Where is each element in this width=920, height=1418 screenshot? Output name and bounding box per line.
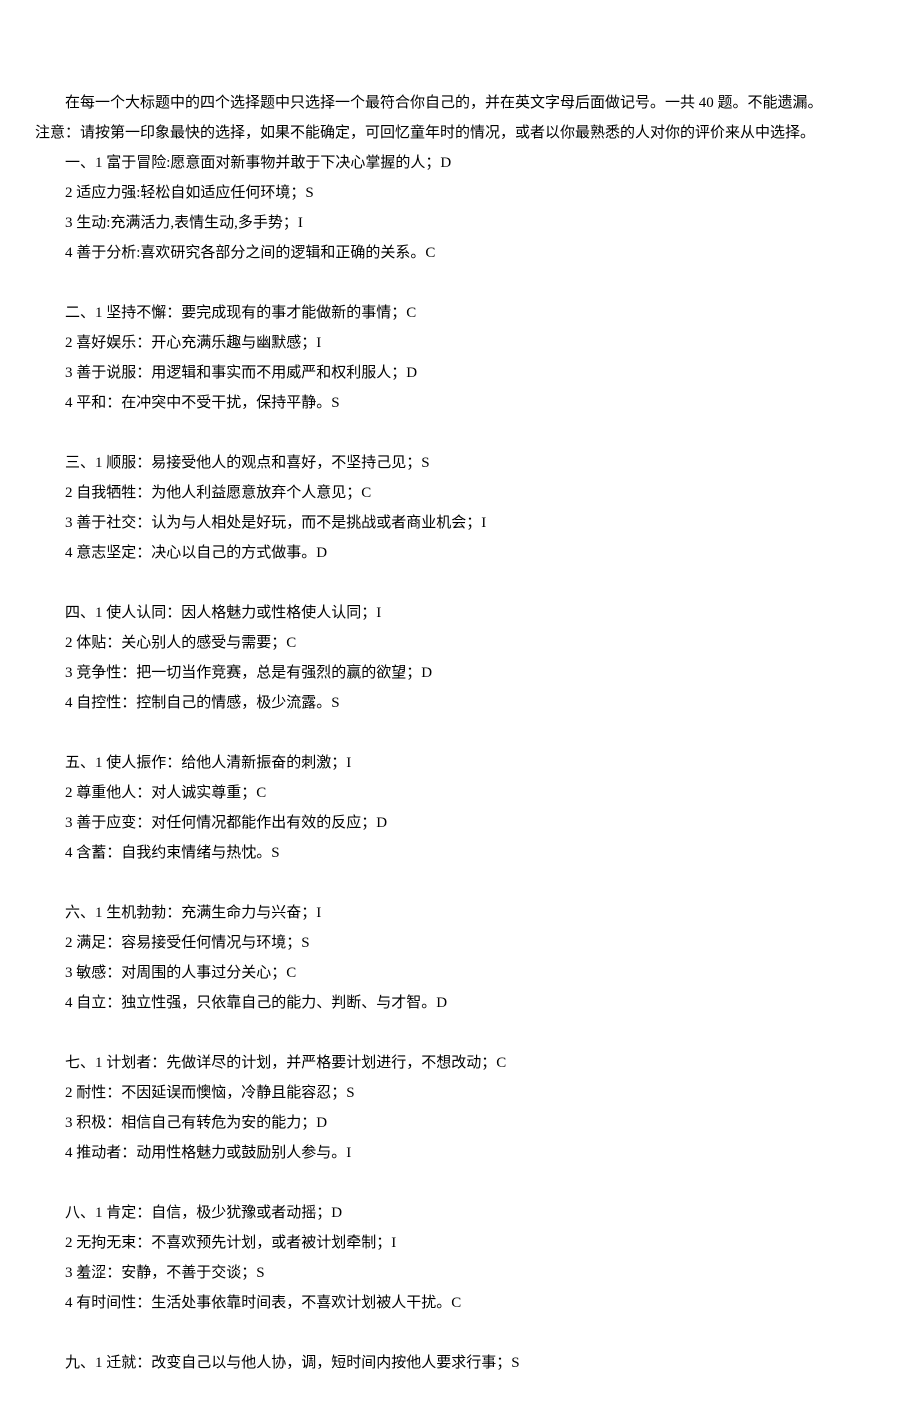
group-separator (35, 1318, 885, 1348)
option-text: 2 满足：容易接受任何情况与环境；S (35, 928, 885, 958)
option-text: 3 敏感：对周围的人事过分关心；C (35, 958, 885, 988)
intro-line-1: 在每一个大标题中的四个选择题中只选择一个最符合你自己的，并在英文字母后面做记号。… (35, 88, 885, 118)
question-group-5: 五、1 使人振作：给他人清新振奋的刺激；I 2 尊重他人：对人诚实尊重；C 3 … (35, 748, 885, 868)
option-text: 四、1 使人认同：因人格魅力或性格使人认同；I (35, 598, 885, 628)
option-text: 2 无拘无束：不喜欢预先计划，或者被计划牵制；I (35, 1228, 885, 1258)
option-text: 三、1 顺服：易接受他人的观点和喜好，不坚持己见；S (35, 448, 885, 478)
group-separator (35, 718, 885, 748)
intro-line-2: 注意：请按第一印象最快的选择，如果不能确定，可回忆童年时的情况，或者以你最熟悉的… (35, 118, 885, 148)
option-text: 2 自我牺牲：为他人利益愿意放弃个人意见；C (35, 478, 885, 508)
option-text: 六、1 生机勃勃：充满生命力与兴奋；I (35, 898, 885, 928)
option-text: 一、1 富于冒险:愿意面对新事物并敢于下决心掌握的人；D (35, 148, 885, 178)
option-text: 七、1 计划者：先做详尽的计划，并严格要计划进行，不想改动；C (35, 1048, 885, 1078)
option-text: 3 生动:充满活力,表情生动,多手势；I (35, 208, 885, 238)
question-group-2: 二、1 坚持不懈：要完成现有的事才能做新的事情；C 2 喜好娱乐：开心充满乐趣与… (35, 298, 885, 418)
question-group-6: 六、1 生机勃勃：充满生命力与兴奋；I 2 满足：容易接受任何情况与环境；S 3… (35, 898, 885, 1018)
option-text: 九、1 迁就：改变自己以与他人协，调，短时间内按他人要求行事；S (35, 1348, 885, 1378)
option-text: 4 含蓄：自我约束情绪与热忱。S (35, 838, 885, 868)
question-group-4: 四、1 使人认同：因人格魅力或性格使人认同；I 2 体贴：关心别人的感受与需要；… (35, 598, 885, 718)
group-separator (35, 268, 885, 298)
option-text: 二、1 坚持不懈：要完成现有的事才能做新的事情；C (35, 298, 885, 328)
option-text: 3 羞涩：安静，不善于交谈；S (35, 1258, 885, 1288)
document-page: 在每一个大标题中的四个选择题中只选择一个最符合你自己的，并在英文字母后面做记号。… (0, 0, 920, 1418)
option-text: 3 善于说服：用逻辑和事实而不用威严和权利服人；D (35, 358, 885, 388)
option-text: 八、1 肯定：自信，极少犹豫或者动摇；D (35, 1198, 885, 1228)
question-group-3: 三、1 顺服：易接受他人的观点和喜好，不坚持己见；S 2 自我牺牲：为他人利益愿… (35, 448, 885, 568)
option-text: 3 善于社交：认为与人相处是好玩，而不是挑战或者商业机会；I (35, 508, 885, 538)
option-text: 4 善于分析:喜欢研究各部分之间的逻辑和正确的关系。C (35, 238, 885, 268)
option-text: 2 体贴：关心别人的感受与需要；C (35, 628, 885, 658)
option-text: 2 适应力强:轻松自如适应任何环境；S (35, 178, 885, 208)
group-separator (35, 568, 885, 598)
option-text: 2 耐性：不因延误而懊恼，冷静且能容忍；S (35, 1078, 885, 1108)
option-text: 4 自立：独立性强，只依靠自己的能力、判断、与才智。D (35, 988, 885, 1018)
option-text: 4 有时间性：生活处事依靠时间表，不喜欢计划被人干扰。C (35, 1288, 885, 1318)
option-text: 4 意志坚定：决心以自己的方式做事。D (35, 538, 885, 568)
question-group-1: 一、1 富于冒险:愿意面对新事物并敢于下决心掌握的人；D 2 适应力强:轻松自如… (35, 148, 885, 268)
option-text: 2 喜好娱乐：开心充满乐趣与幽默感；I (35, 328, 885, 358)
option-text: 3 善于应变：对任何情况都能作出有效的反应；D (35, 808, 885, 838)
group-separator (35, 418, 885, 448)
option-text: 4 平和：在冲突中不受干扰，保持平静。S (35, 388, 885, 418)
question-group-9: 九、1 迁就：改变自己以与他人协，调，短时间内按他人要求行事；S (35, 1348, 885, 1378)
question-group-8: 八、1 肯定：自信，极少犹豫或者动摇；D 2 无拘无束：不喜欢预先计划，或者被计… (35, 1198, 885, 1318)
option-text: 2 尊重他人：对人诚实尊重；C (35, 778, 885, 808)
option-text: 3 积极：相信自己有转危为安的能力；D (35, 1108, 885, 1138)
group-separator (35, 1018, 885, 1048)
group-separator (35, 868, 885, 898)
option-text: 4 推动者：动用性格魅力或鼓励别人参与。I (35, 1138, 885, 1168)
option-text: 五、1 使人振作：给他人清新振奋的刺激；I (35, 748, 885, 778)
group-separator (35, 1168, 885, 1198)
option-text: 3 竞争性：把一切当作竞赛，总是有强烈的赢的欲望；D (35, 658, 885, 688)
option-text: 4 自控性：控制自己的情感，极少流露。S (35, 688, 885, 718)
question-group-7: 七、1 计划者：先做详尽的计划，并严格要计划进行，不想改动；C 2 耐性：不因延… (35, 1048, 885, 1168)
